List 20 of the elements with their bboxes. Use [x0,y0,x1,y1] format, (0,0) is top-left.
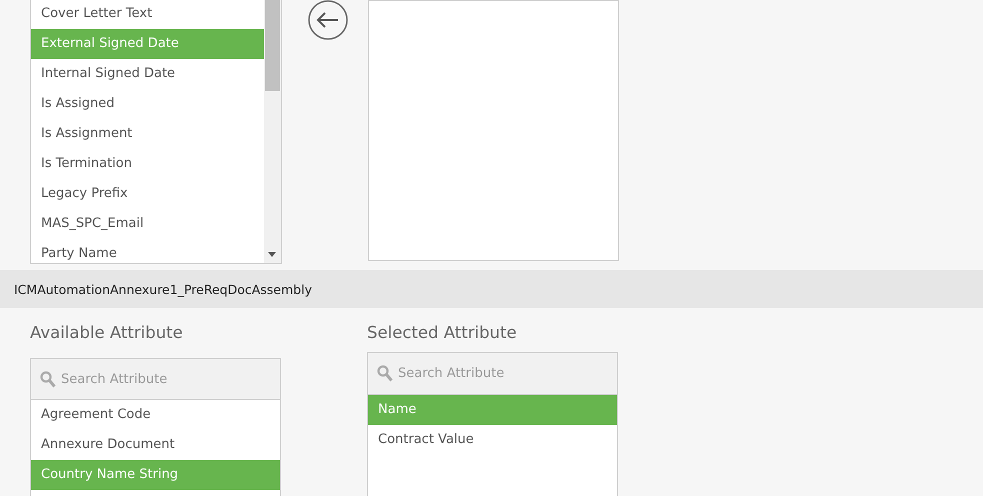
list-item[interactable]: Party Name [31,239,264,269]
scroll-down-icon[interactable] [268,252,276,257]
column-heading: Available Attribute [30,323,184,344]
list-item[interactable]: MAS_SPC_Email [31,209,264,239]
list-item[interactable]: Internal Signed Date [31,59,264,89]
search-field[interactable]: Search Attribute [31,359,280,400]
list-item[interactable]: Is Assigned [31,89,264,119]
list-item[interactable]: Legacy Prefix [31,179,264,209]
list-item[interactable]: Contract Value [368,425,617,455]
list-item[interactable]: Is Assignment [31,119,264,149]
column-heading: Selected Attribute [367,323,518,344]
search-icon [377,365,393,382]
list-item[interactable]: Cover Letter Text [31,0,264,29]
section-title: ICMAutomationAnnexure1_PreReqDocAssembly [14,282,312,296]
search-icon [40,371,56,388]
list-item[interactable]: Annexure Document [31,430,280,460]
list-item[interactable]: Is Termination [31,149,264,179]
scrollbar[interactable] [264,0,281,263]
list-item[interactable]: Agreement Code [31,400,280,430]
search-field[interactable]: Search Attribute [368,353,617,395]
